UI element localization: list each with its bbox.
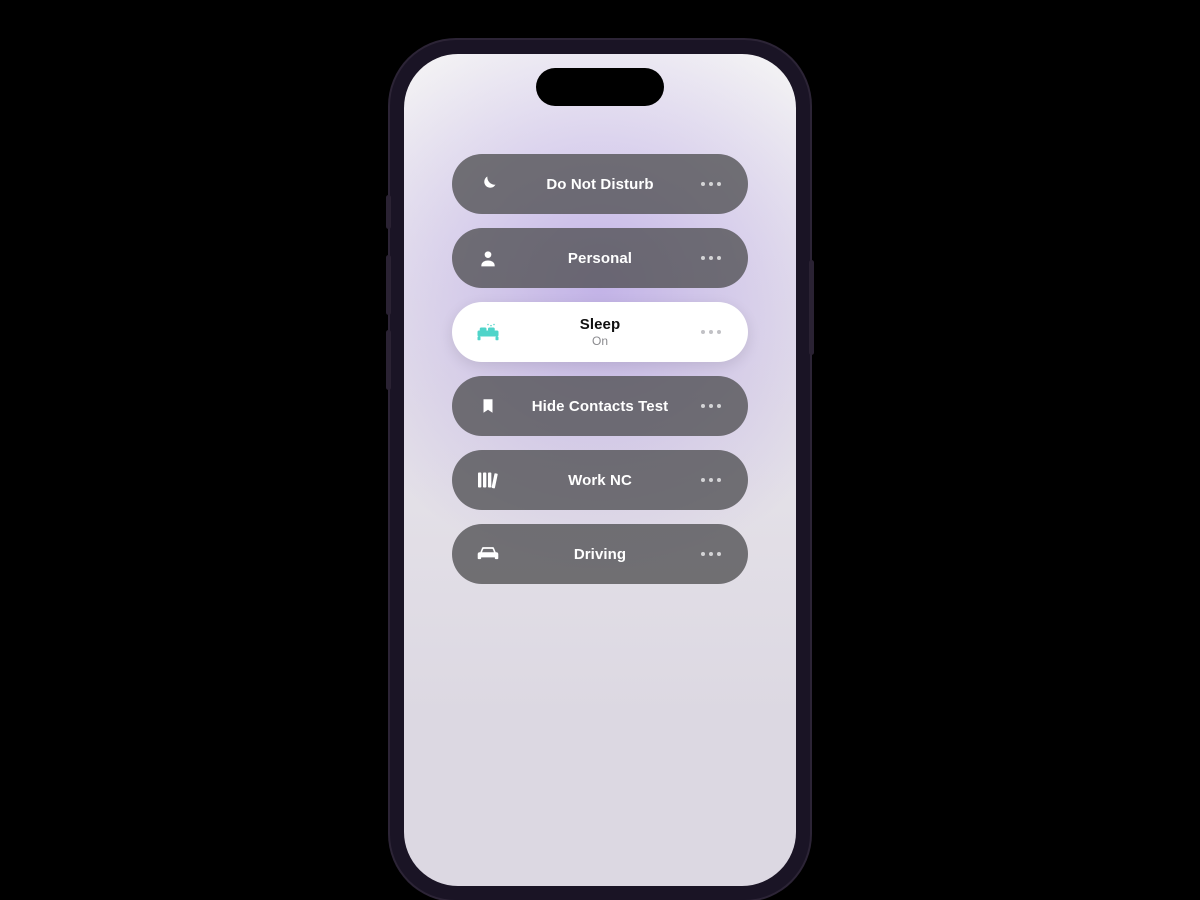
more-icon[interactable] — [698, 396, 724, 416]
phone-volume-up-button — [386, 255, 391, 315]
bed-icon — [476, 320, 500, 344]
more-icon[interactable] — [698, 174, 724, 194]
person-icon — [476, 246, 500, 270]
more-icon[interactable] — [698, 470, 724, 490]
books-icon — [476, 468, 500, 492]
focus-item-hide-contacts[interactable]: Hide Contacts Test — [452, 376, 748, 436]
focus-item-driving[interactable]: Driving — [452, 524, 748, 584]
focus-item-dnd[interactable]: Do Not Disturb — [452, 154, 748, 214]
more-icon[interactable] — [698, 248, 724, 268]
more-icon[interactable] — [698, 322, 724, 342]
phone-power-button — [809, 260, 814, 355]
focus-item-sleep[interactable]: Sleep On — [452, 302, 748, 362]
more-icon[interactable] — [698, 544, 724, 564]
bookmark-icon — [476, 394, 500, 418]
focus-item-personal[interactable]: Personal — [452, 228, 748, 288]
focus-item-work-nc[interactable]: Work NC — [452, 450, 748, 510]
phone-screen: Do Not Disturb Personal — [404, 54, 796, 886]
phone-frame: Do Not Disturb Personal — [390, 40, 810, 900]
car-icon — [476, 542, 500, 566]
moon-icon — [476, 172, 500, 196]
phone-volume-down-button — [386, 330, 391, 390]
focus-mode-list: Do Not Disturb Personal — [404, 154, 796, 584]
dynamic-island — [536, 68, 664, 106]
phone-side-button — [386, 195, 391, 229]
